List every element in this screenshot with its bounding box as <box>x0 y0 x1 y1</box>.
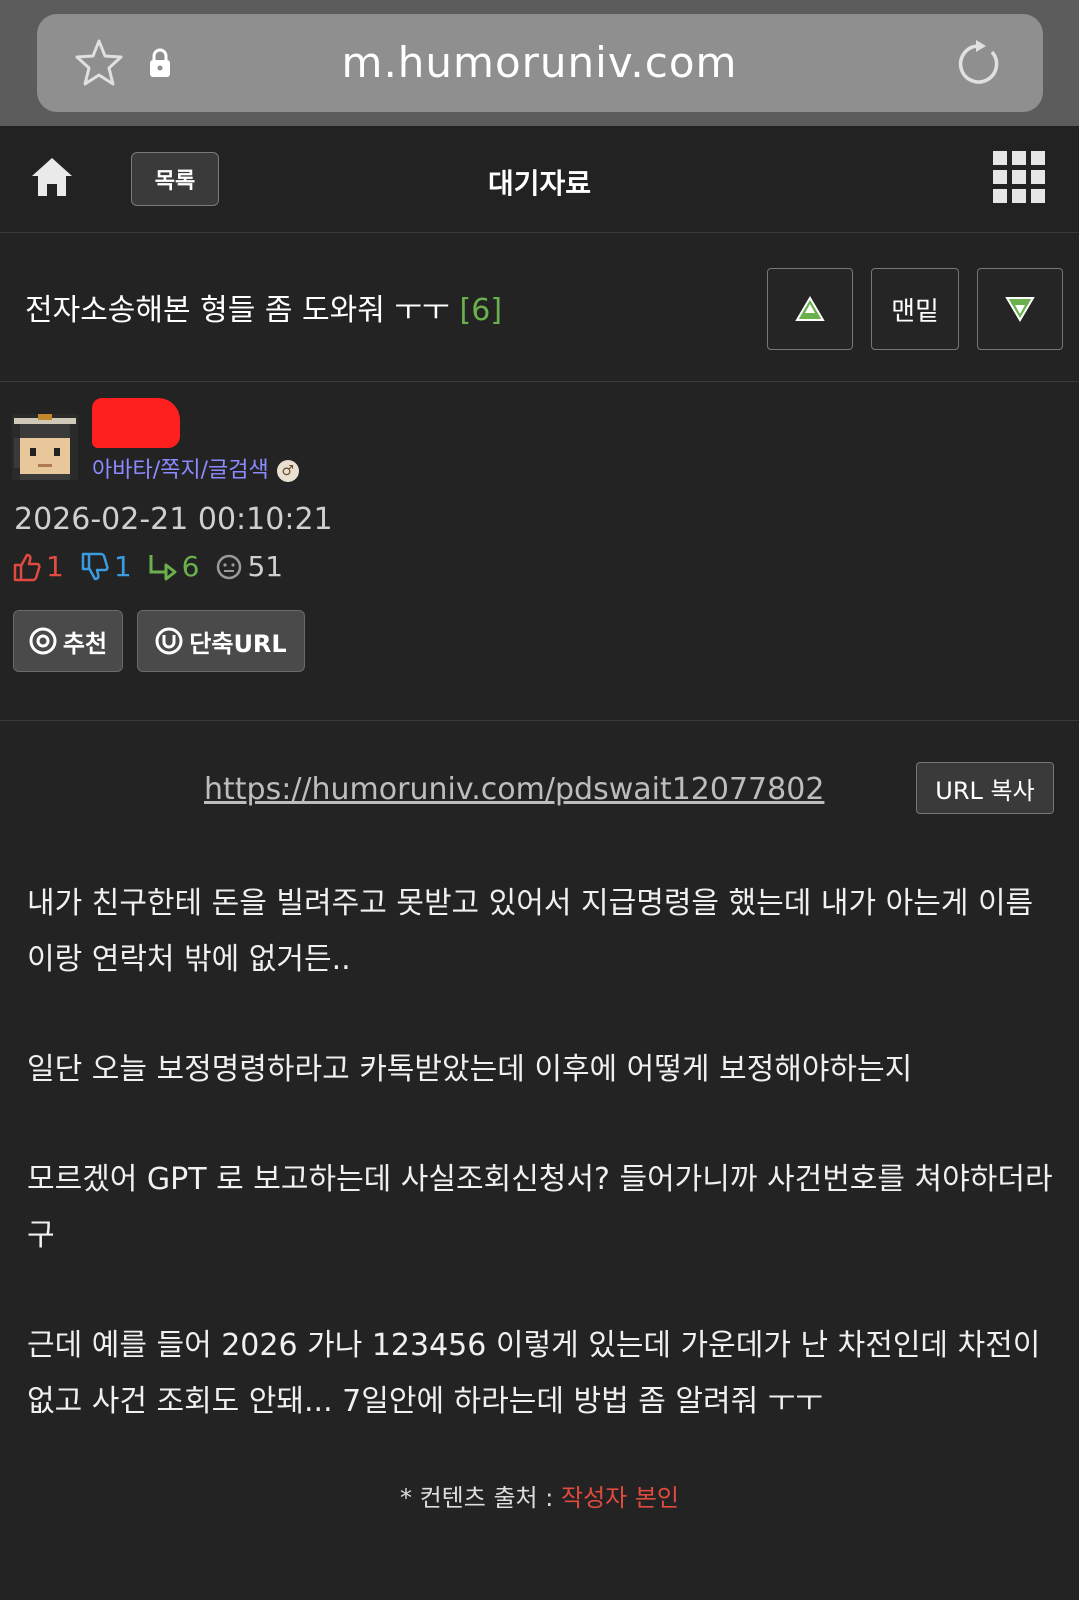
copy-url-button[interactable]: URL 복사 <box>916 762 1054 814</box>
body-paragraph: 모르겠어 GPT 로 보고하는데 사실조회신청서? 들어가니까 사건번호를 쳐야… <box>27 1162 1053 1253</box>
recommend-button[interactable]: 추천 <box>13 610 123 672</box>
short-url-label: 단축URL <box>189 629 287 658</box>
short-url-link[interactable]: https://humoruniv.com/pdswait12077802 <box>204 772 824 807</box>
reply-arrow-icon <box>149 554 177 580</box>
face-icon <box>217 554 242 579</box>
view-stat: 51 <box>215 550 283 583</box>
post-title-row: 전자소송해본 형들 좀 도와줘 ㅜㅜ [6] 맨밑 <box>0 233 1079 382</box>
body-paragraph: 일단 오늘 보정명령하라고 카톡받았는데 이후에 어떻게 보정해야하는지 <box>27 1052 913 1087</box>
author-info: 아바타/쪽지/글검색 ♂ 2026-02-21 00:10:21 1 1 6 51… <box>0 382 1079 721</box>
target-icon <box>29 627 57 655</box>
post-title: 전자소송해본 형들 좀 도와줘 ㅜㅜ [6] <box>25 285 502 329</box>
recommend-label: 추천 <box>62 629 108 658</box>
comment-count[interactable]: [6] <box>460 293 503 328</box>
author-links[interactable]: 아바타/쪽지/글검색 ♂ <box>92 452 299 484</box>
board-title: 대기자료 <box>487 167 592 200</box>
reply-stat: 6 <box>148 550 200 583</box>
downvote-stat[interactable]: 1 <box>80 550 132 583</box>
gender-icon: ♂ <box>276 460 299 482</box>
post-date: 2026-02-21 00:10:21 <box>14 502 333 537</box>
view-count: 51 <box>247 550 284 583</box>
short-url-button[interactable]: 단축URL <box>137 610 305 672</box>
upvote-count: 1 <box>46 550 64 583</box>
redacted-username <box>92 398 180 448</box>
post-stats: 1 1 6 51 <box>12 550 299 583</box>
body-paragraph: 근데 예를 들어 2026 가나 123456 이렇게 있는데 가운데가 난 차… <box>27 1328 1041 1419</box>
url-circle-icon <box>155 627 183 655</box>
author-links-text[interactable]: 아바타/쪽지/글검색 <box>92 458 269 483</box>
browser-address-bar: m.humoruniv.com <box>0 0 1079 126</box>
reload-icon[interactable] <box>954 38 1002 92</box>
scroll-bottom-button[interactable]: 맨밑 <box>871 268 959 350</box>
post-title-text: 전자소송해본 형들 좀 도와줘 ㅜㅜ <box>25 293 450 328</box>
reply-count: 6 <box>181 550 200 583</box>
thumbs-up-icon <box>13 553 41 581</box>
body-paragraph: 내가 친구한테 돈을 빌려주고 못받고 있어서 지급명령을 했는데 내가 아는게… <box>27 886 1034 977</box>
arrow-down-icon <box>1005 297 1035 322</box>
avatar[interactable] <box>12 414 78 480</box>
top-navigation: 목록 대기자료 <box>0 126 1079 233</box>
url-text[interactable]: m.humoruniv.com <box>0 38 1079 87</box>
downvote-count: 1 <box>113 550 132 583</box>
thumbs-down-icon <box>81 552 109 580</box>
scroll-top-button[interactable] <box>767 268 853 350</box>
upvote-stat[interactable]: 1 <box>12 550 64 583</box>
content-source: * 컨텐츠 출처 : 작성자 본인 <box>0 1478 1079 1513</box>
scroll-down-button[interactable] <box>977 268 1063 350</box>
source-value: 작성자 본인 <box>560 1484 680 1512</box>
grid-menu-icon[interactable] <box>993 151 1045 207</box>
arrow-up-icon <box>795 296 825 321</box>
post-body: 내가 친구한테 돈을 빌려주고 못받고 있어서 지급명령을 했는데 내가 아는게… <box>27 876 1057 1484</box>
source-label: * 컨텐츠 출처 : <box>399 1484 554 1512</box>
